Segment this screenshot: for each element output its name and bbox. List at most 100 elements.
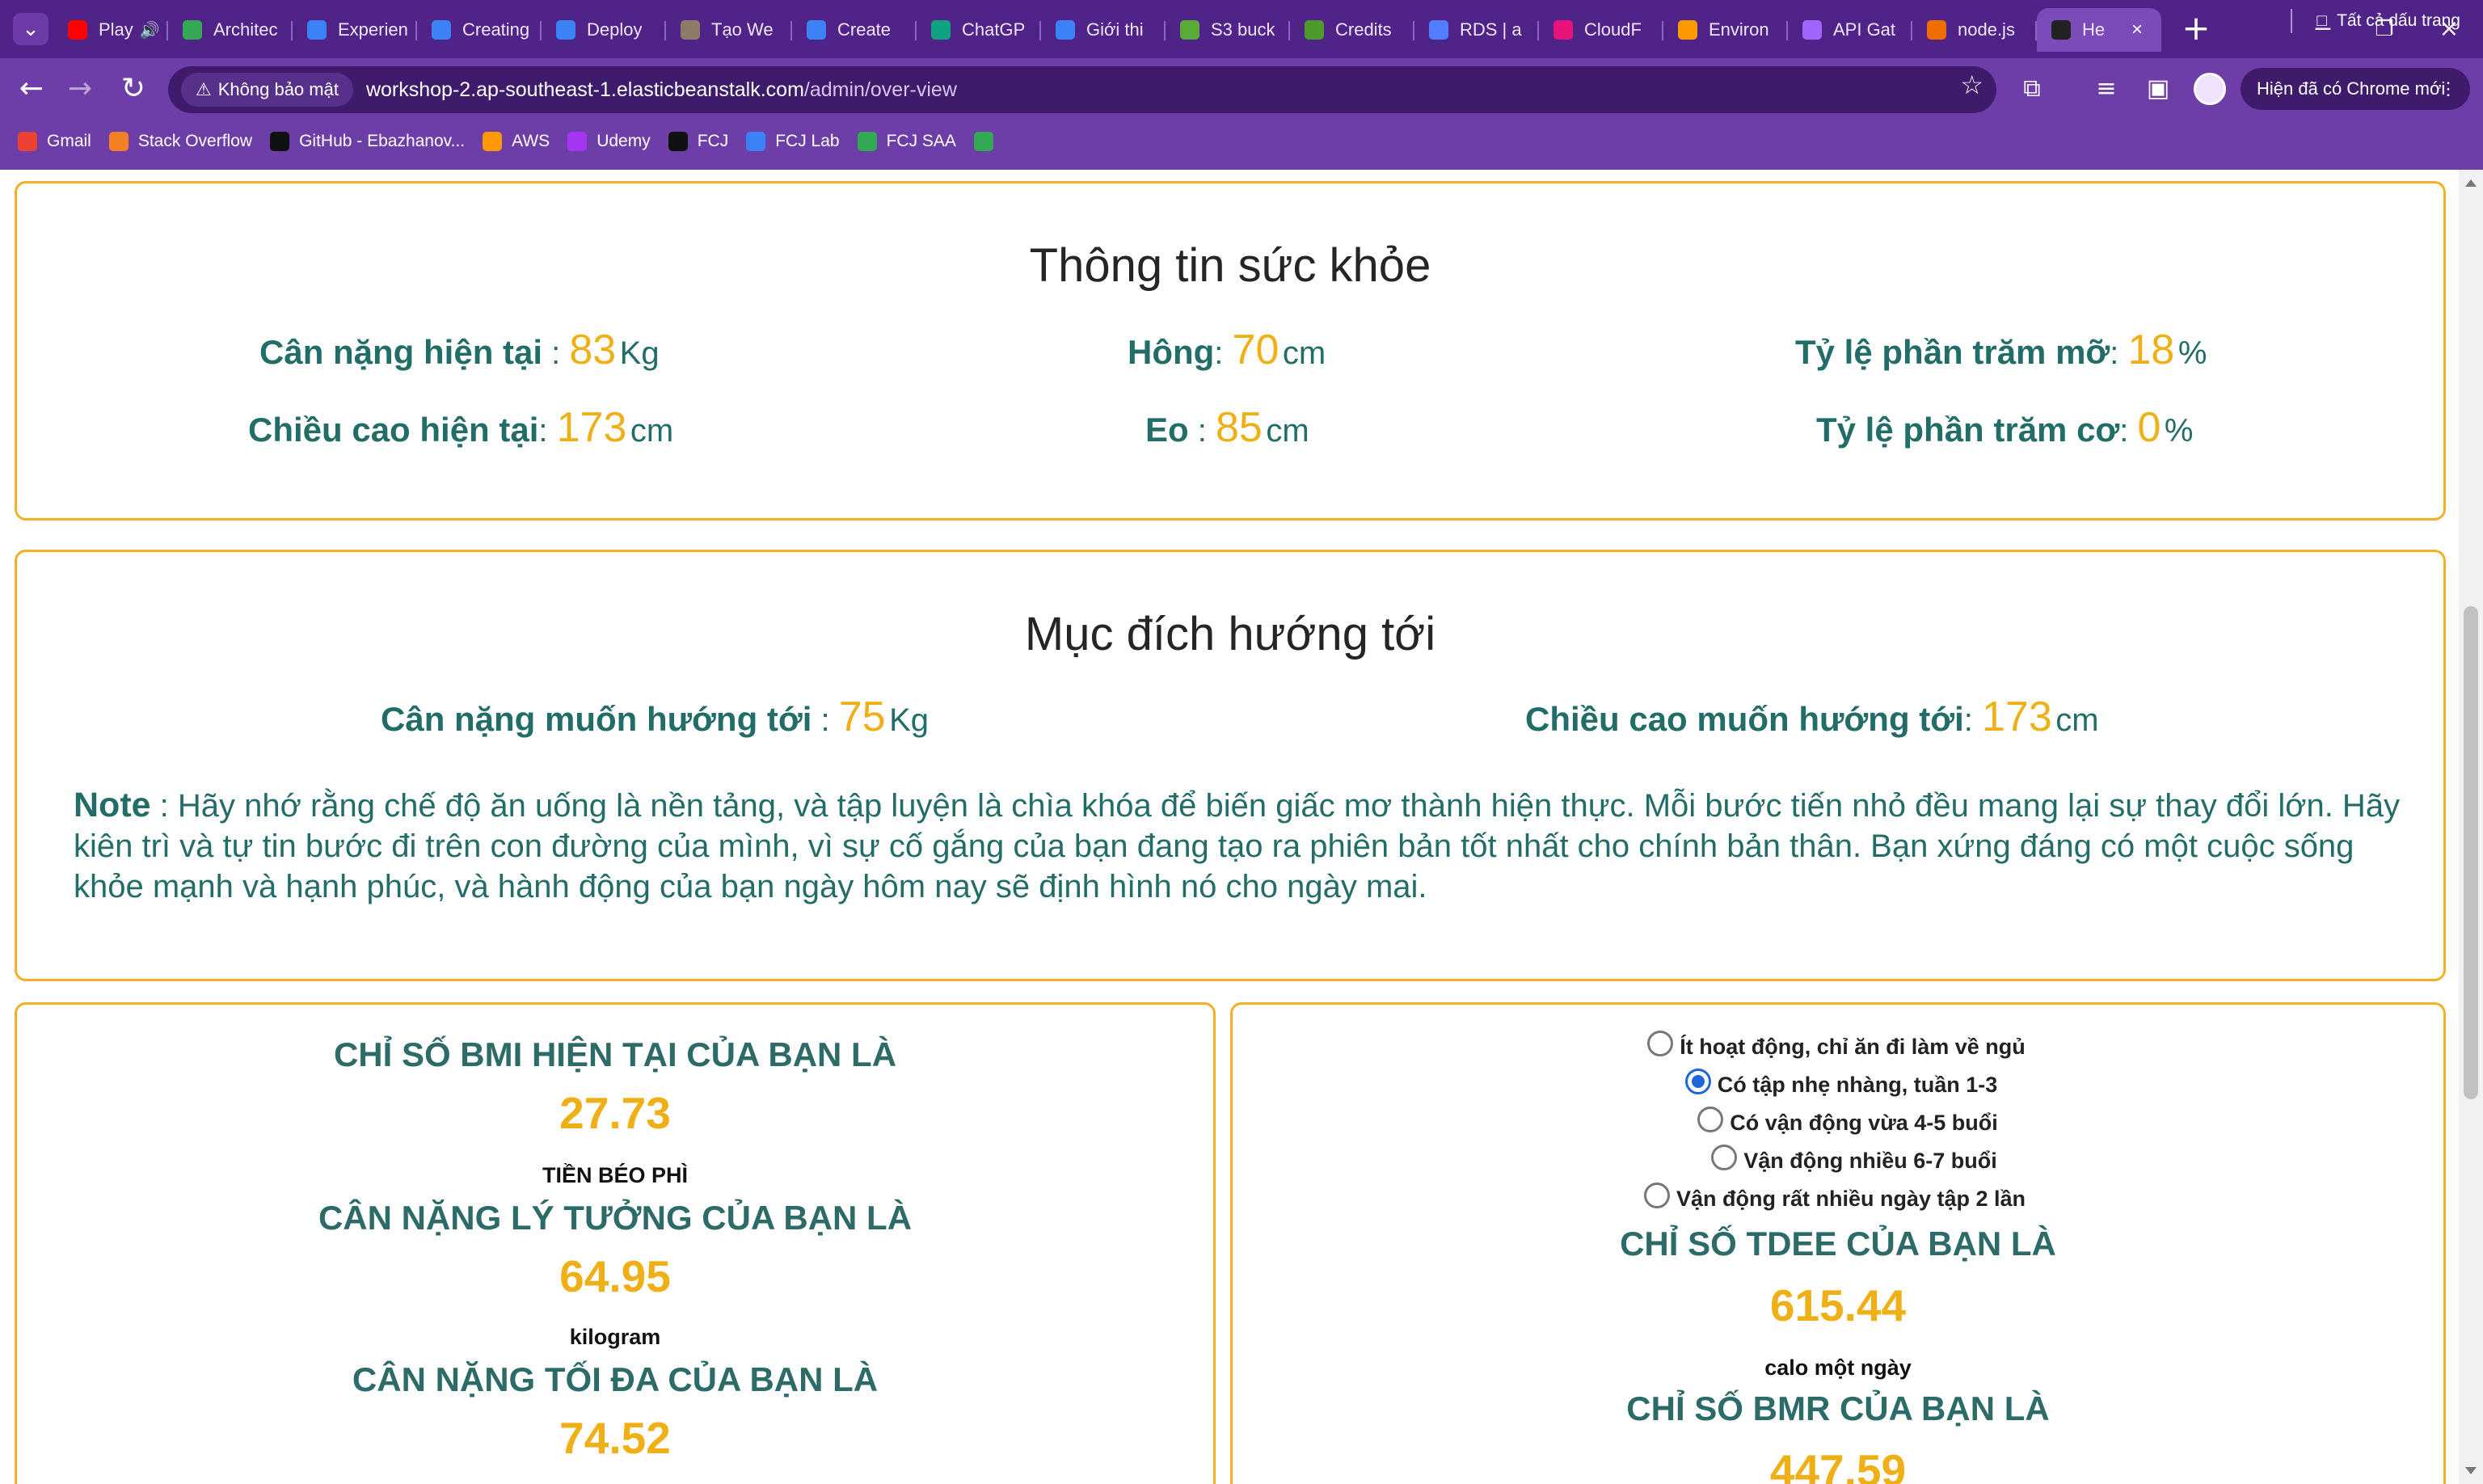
activity-option[interactable]: Vận động rất nhiều ngày tập 2 lần [1229, 1183, 2440, 1212]
browser-tab[interactable]: He × [2037, 8, 2161, 52]
media-controls-icon[interactable]: ≡ [2087, 70, 2126, 108]
page-scrollbar[interactable] [2459, 170, 2483, 1484]
browser-tab[interactable]: Credits [1290, 8, 1414, 52]
note-label: Note [74, 786, 151, 824]
tab-title: Environ [1709, 19, 1769, 40]
browser-tab[interactable]: Tạo We [666, 8, 792, 52]
activity-radio[interactable] [1643, 1183, 1670, 1208]
bookmark-item[interactable]: FCJ Lab [746, 132, 840, 151]
bookmark-item[interactable]: AWS [483, 132, 550, 151]
tab-title: S3 buck [1211, 19, 1275, 40]
browser-tab[interactable]: Deploy [542, 8, 666, 52]
note-text: : Hãy nhớ rằng chế độ ăn uống là nền tản… [74, 788, 2401, 904]
tdee-value: 615.44 [1769, 1280, 1907, 1330]
browser-tab[interactable]: S3 buck [1166, 8, 1290, 52]
gmail-icon [18, 132, 37, 151]
browser-tab[interactable]: API Gat [1788, 8, 1912, 52]
activity-option-label: Vận động rất nhiều ngày tập 2 lần [1676, 1186, 2026, 1211]
bmi-status: TIỀN BÉO PHÌ [542, 1163, 689, 1187]
new-chrome-button[interactable]: Hiện đã có Chrome mới ⋮ [2241, 68, 2470, 110]
api-gateway-icon [1802, 20, 1822, 40]
scroll-up-arrow[interactable] [2465, 179, 2477, 187]
forward-button[interactable]: → [60, 69, 100, 109]
browser-tab[interactable]: Giới thi [1041, 8, 1166, 52]
activity-option[interactable]: Vận động nhiều 6-7 buổi [1249, 1145, 2459, 1174]
waist-separator: : [1188, 413, 1216, 449]
bmi-title: CHỈ SỐ BMI HIỆN TẠI CỦA BẠN LÀ [333, 1035, 897, 1073]
ideal-weight-value: 64.95 [559, 1251, 671, 1301]
browser-tab[interactable]: Experien [293, 8, 417, 52]
bookmark-item[interactable]: Udemy [567, 132, 651, 151]
fcj-icon [746, 132, 766, 151]
browser-tab[interactable]: Environ [1663, 8, 1788, 52]
waist-label: Eo [1145, 411, 1189, 449]
activity-radio[interactable] [1647, 1031, 1674, 1056]
goal-card: Mục đích hướng tới Cân nặng muốn hướng t… [15, 550, 2446, 981]
all-bookmarks-folder[interactable]: □ Tất cả dấu trang [2291, 9, 2460, 33]
fcj-icon [807, 20, 826, 40]
reload-button[interactable]: ↻ [113, 69, 154, 109]
target-height-separator: : [1963, 702, 1983, 738]
browser-tab[interactable]: node.js [1912, 8, 2037, 52]
security-indicator[interactable]: ⚠ Không bảo mật [181, 73, 353, 107]
browser-tab[interactable]: Creating [417, 8, 542, 52]
activity-radio[interactable] [1697, 1107, 1724, 1132]
bookmark-item[interactable]: GitHub - Ebazhanov... [270, 132, 465, 151]
bookmark-item[interactable]: FCJ [668, 132, 728, 151]
browser-tab[interactable]: Create [792, 8, 917, 52]
url-text[interactable]: workshop-2.ap-southeast-1.elasticbeansta… [366, 78, 957, 102]
activity-radio[interactable] [1684, 1069, 1711, 1094]
extensions-icon[interactable]: ⧉ [2013, 70, 2051, 108]
target-weight-label: Cân nặng muốn hướng tới [381, 700, 812, 738]
browser-tab[interactable]: Architec [168, 8, 293, 52]
activity-radio[interactable] [1711, 1145, 1738, 1170]
browser-tab[interactable]: Play 🔊 [53, 8, 168, 52]
menu-icon[interactable]: ⋮ [2439, 78, 2457, 99]
muscle-percent-stat: Tỷ lệ phần trăm cơ: 0 % [1816, 403, 2193, 452]
bookmark-label: FCJ SAA [886, 132, 956, 150]
target-weight-unit: Kg [889, 702, 929, 738]
audio-playing-icon[interactable]: 🔊 [140, 20, 160, 40]
side-panel-icon[interactable]: ▣ [2139, 70, 2177, 108]
bookmark-label: GitHub - Ebazhanov... [299, 132, 466, 150]
current-weight-stat: Cân nặng hiện tại : 83 Kg [259, 326, 660, 374]
new-tab-button[interactable]: + [2177, 11, 2215, 48]
youtube-icon [68, 20, 87, 40]
stack-overflow-icon [108, 132, 129, 151]
browser-tab[interactable]: ChatGP [917, 8, 1041, 52]
activity-option[interactable]: Có vận động vừa 4-5 buổi [1242, 1107, 2453, 1136]
tab-title: Play [99, 19, 133, 40]
bookmark-item[interactable] [973, 132, 1003, 151]
current-weight-label: Cân nặng hiện tại [259, 333, 543, 371]
tab-close-icon[interactable]: × [2126, 19, 2148, 41]
bookmark-item[interactable]: Gmail [18, 132, 91, 151]
bookmark-star-icon[interactable]: ☆ [1960, 70, 1983, 100]
bookmark-item[interactable]: FCJ SAA [857, 132, 956, 151]
tab-title: CloudF [1584, 19, 1642, 40]
google-drive-icon [973, 132, 993, 151]
browser-tab[interactable]: CloudF [1539, 8, 1663, 52]
fcj-icon [556, 20, 575, 40]
profile-avatar[interactable] [2194, 73, 2226, 105]
url-host: workshop-2.ap-southeast-1.elasticbeansta… [365, 78, 804, 101]
security-label: Không bảo mật [217, 79, 339, 99]
scroll-down-arrow[interactable] [2465, 1467, 2477, 1474]
fat-percent-stat: Tỷ lệ phần trăm mỡ: 18 % [1795, 326, 2207, 374]
muscle-percent-value: 0 [2137, 404, 2161, 451]
fcj-icon [307, 20, 327, 40]
activity-option[interactable]: Có tập nhẹ nhàng, tuần 1-3 [1236, 1069, 2447, 1098]
scrollbar-thumb[interactable] [2464, 606, 2478, 1099]
browser-tab[interactable]: RDS | a [1414, 8, 1539, 52]
back-button[interactable]: ← [11, 69, 52, 109]
activity-option-label: Có tập nhẹ nhàng, tuần 1-3 [1717, 1072, 1998, 1097]
bmr-title: CHỈ SỐ BMR CỦA BẠN LÀ [1626, 1389, 2050, 1427]
current-height-stat: Chiều cao hiện tại: 173 cm [248, 403, 673, 452]
address-bar[interactable]: ⚠ Không bảo mật workshop-2.ap-southeast-… [168, 66, 1996, 113]
bmi-card: CHỈ SỐ BMI HIỆN TẠI CỦA BẠN LÀ 27.73 TIỀ… [15, 1002, 1216, 1484]
target-weight-stat: Cân nặng muốn hướng tới : 75 Kg [381, 693, 929, 741]
waist-stat: Eo : 85 cm [1145, 403, 1309, 452]
activity-option[interactable]: Ít hoạt động, chỉ ăn đi làm về ngủ [1231, 1031, 2442, 1060]
google-drive-icon [183, 20, 202, 40]
tab-search-button[interactable]: ⌄ [13, 13, 48, 45]
bookmark-item[interactable]: Stack Overflow [108, 132, 252, 151]
